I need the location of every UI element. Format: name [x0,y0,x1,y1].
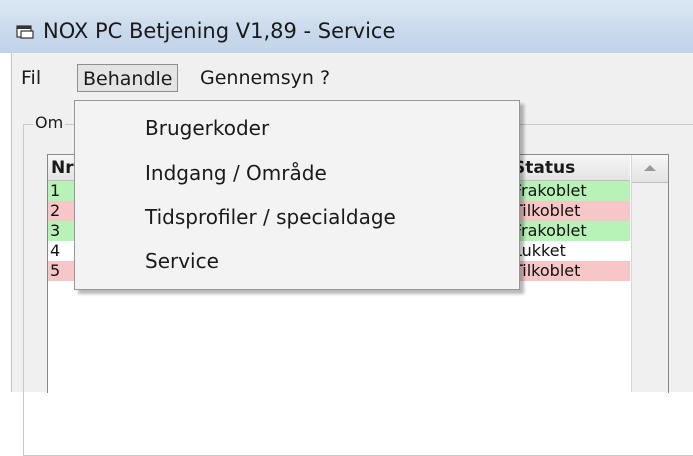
title-bar: NOX PC Betjening V1,89 - Service [0,0,693,53]
app-window-icon [16,25,34,39]
row-nr: 3 [50,221,61,240]
header-status[interactable]: Status [513,158,575,178]
menu-fil[interactable]: Fil [16,64,46,92]
header-nr[interactable]: Nr [51,158,74,178]
menu-behandle[interactable]: Behandle [77,64,179,92]
behandle-dropdown-menu: Brugerkoder Indgang / Område Tidsprofile… [74,100,520,290]
menu-item-indgang-omrade[interactable]: Indgang / Område [145,161,327,185]
chevron-up-icon [644,165,656,171]
row-status: Tilkoblet [513,201,581,220]
menu-help[interactable]: ? [315,64,335,92]
row-status: Tilkoblet [513,261,581,280]
menu-item-service[interactable]: Service [145,249,219,273]
menu-gennemsyn[interactable]: Gennemsyn [195,64,319,92]
row-status: Frakoblet [513,181,587,200]
row-status: Lukket [513,241,566,260]
window-title: NOX PC Betjening V1,89 - Service [43,19,396,43]
row-status: Frakoblet [513,221,587,240]
menu-bar: Fil Behandle Gennemsyn ? [12,53,693,97]
row-nr: 1 [50,181,61,200]
scroll-up-button[interactable] [632,155,668,183]
menu-item-tidsprofiler[interactable]: Tidsprofiler / specialdage [145,205,396,229]
row-nr: 5 [50,261,61,280]
row-nr: 2 [50,201,61,220]
vertical-scrollbar[interactable] [631,155,668,392]
row-nr: 4 [50,241,61,260]
group-label: Om [33,113,66,132]
menu-item-brugerkoder[interactable]: Brugerkoder [145,116,269,140]
